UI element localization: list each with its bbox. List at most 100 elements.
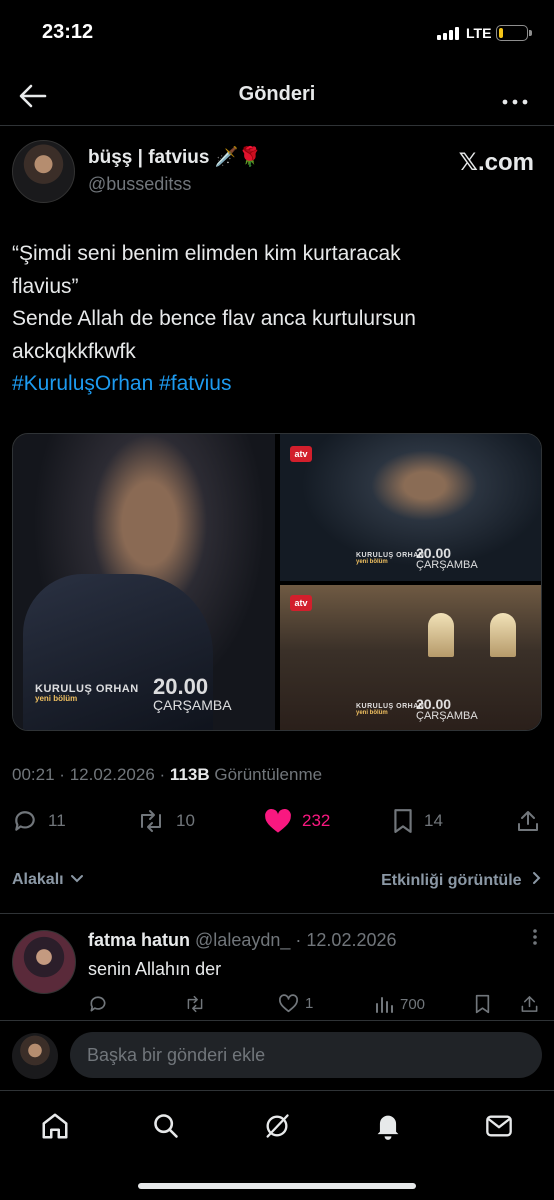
bookmark-count: 14 (424, 811, 443, 830)
author-handle[interactable]: @busseditss (88, 174, 191, 195)
image-overlay: KURULUŞ ORHAN yeni bölüm (356, 552, 424, 565)
meta-separator: · (295, 930, 302, 950)
reply-bookmark-button[interactable] (474, 994, 491, 1014)
heart-filled-icon (265, 808, 291, 833)
image-overlay-time: 20.00 ÇARŞAMBA (416, 546, 478, 571)
share-icon (521, 996, 538, 1012)
post-time[interactable]: 00:21 (12, 765, 55, 784)
post-hashtags: #KuruluşOrhan #fatvius (12, 368, 532, 401)
overlay-day: ÇARŞAMBA (416, 559, 478, 571)
channel-logo: atv (290, 446, 312, 462)
reply-views-button[interactable]: 700 (374, 994, 425, 1014)
network-label: LTE (466, 25, 492, 41)
sort-label: Alakalı (12, 871, 64, 888)
media-image[interactable]: atv KURULUŞ ORHAN yeni bölüm 20.00 ÇARŞA… (280, 585, 541, 730)
reply-more-button[interactable] (532, 928, 538, 951)
post-text-line: akckqkkfkwfk (12, 339, 136, 363)
analytics-icon (376, 997, 393, 1013)
heart-icon (279, 994, 298, 1013)
tab-home[interactable] (38, 1109, 72, 1143)
more-button[interactable] (502, 86, 528, 112)
home-indicator (138, 1183, 416, 1189)
more-horizontal-icon (502, 99, 528, 105)
reply-repost-button[interactable] (184, 994, 206, 1014)
media-image[interactable]: KURULUŞ ORHAN yeni bölüm 20.00 ÇARŞAMBA (13, 434, 275, 730)
status-time: 23:12 (42, 21, 94, 43)
reply-reply-button[interactable] (88, 994, 108, 1014)
battery-fill (499, 28, 503, 38)
overlay-day: ÇARŞAMBA (416, 710, 478, 722)
view-activity-link[interactable]: Etkinliği görüntüle (381, 871, 542, 890)
like-button[interactable]: 232 (264, 808, 330, 834)
post-author: büşş | fatvius 🗡️🌹 @busseditss 𝕏.com (12, 140, 542, 203)
hashtag-link[interactable]: #KuruluşOrhan (12, 372, 153, 395)
reply-actions: 1 700 (88, 994, 538, 1018)
channel-logo: atv (290, 595, 312, 611)
media-image[interactable]: atv KURULUŞ ORHAN yeni bölüm 20.00 ÇARŞA… (280, 434, 541, 581)
battery-icon (496, 25, 532, 41)
reply-header: fatma hatun @laleaydn_ · 12.02.2026 (88, 930, 397, 951)
signal-icon (437, 27, 459, 40)
view-label: Görüntülenme (214, 765, 323, 784)
bookmark-icon (394, 809, 412, 833)
more-vertical-icon (533, 929, 537, 945)
reply-button[interactable]: 11 (12, 808, 66, 834)
bottom-tab-bar (0, 1090, 554, 1200)
tab-grok[interactable] (260, 1109, 294, 1143)
overlay-title: KURULUŞ ORHAN (356, 552, 425, 559)
reply-author-handle[interactable]: @laleaydn_ (195, 930, 290, 950)
repost-button[interactable]: 10 (136, 808, 195, 834)
image-overlay: KURULUŞ ORHAN yeni bölüm (35, 684, 139, 703)
reply-input[interactable] (70, 1032, 542, 1078)
hashtag-link[interactable]: #fatvius (159, 372, 231, 395)
post-text-line: Sende Allah de bence flav anca kurtulurs… (12, 307, 416, 330)
meta-separator: · (159, 765, 166, 784)
image-overlay-time: 20.00 ÇARŞAMBA (416, 697, 478, 722)
tab-notifications[interactable] (371, 1109, 405, 1143)
author-name[interactable]: büşş | fatvius 🗡️🌹 (88, 145, 262, 169)
tab-search[interactable] (149, 1109, 183, 1143)
grok-icon (266, 1114, 289, 1138)
overlay-time: 20.00 (416, 545, 452, 561)
overlay-day: ÇARŞAMBA (153, 697, 232, 713)
author-avatar[interactable] (12, 140, 75, 203)
bookmark-button[interactable]: 14 (392, 808, 443, 834)
reply-avatar[interactable] (12, 930, 76, 994)
source-label: 𝕏.com (458, 149, 534, 176)
replies-sort-row: Alakalı Etkinliği görüntüle (12, 868, 542, 898)
reply-author-name[interactable]: fatma hatun (88, 930, 190, 950)
view-count: 113B (169, 765, 210, 784)
reply-like-button[interactable]: 1 (278, 994, 313, 1013)
image-overlay: KURULUŞ ORHAN yeni bölüm (356, 703, 424, 716)
repost-icon (187, 995, 203, 1013)
reply-like-count: 1 (305, 995, 314, 1012)
reply-view-count: 700 (400, 995, 426, 1013)
home-icon (42, 1113, 68, 1139)
post-text: “Şimdi seni benim elimden kim kurtaracak… (12, 238, 532, 401)
overlay-subtitle: yeni bölüm (356, 710, 388, 716)
reply-count: 11 (48, 811, 66, 830)
image-window (490, 613, 516, 657)
image-overlay-time: 20.00 ÇARŞAMBA (153, 676, 232, 713)
reply-share-button[interactable] (520, 994, 539, 1014)
chevron-down-icon (71, 875, 84, 883)
sort-dropdown[interactable]: Alakalı (12, 871, 84, 889)
notifications-icon (377, 1115, 399, 1140)
post-actions: 11 10 232 14 (12, 808, 542, 842)
tab-messages[interactable] (482, 1109, 516, 1143)
chevron-right-icon (533, 872, 541, 884)
post-date[interactable]: 12.02.2026 (70, 765, 155, 784)
like-count: 232 (302, 811, 331, 830)
top-nav: Gönderi (0, 66, 554, 126)
repost-count: 10 (176, 811, 195, 830)
media-grid: KURULUŞ ORHAN yeni bölüm 20.00 ÇARŞAMBA … (12, 433, 542, 731)
reply-item[interactable]: fatma hatun @laleaydn_ · 12.02.2026 seni… (0, 918, 554, 1020)
share-button[interactable] (516, 808, 540, 834)
activity-label: Etkinliği görüntüle (381, 872, 522, 889)
user-avatar[interactable] (12, 1033, 58, 1079)
share-icon (518, 811, 538, 831)
search-icon (154, 1114, 178, 1138)
overlay-subtitle: yeni bölüm (35, 694, 78, 703)
repost-icon (141, 810, 161, 832)
divider (0, 913, 554, 914)
